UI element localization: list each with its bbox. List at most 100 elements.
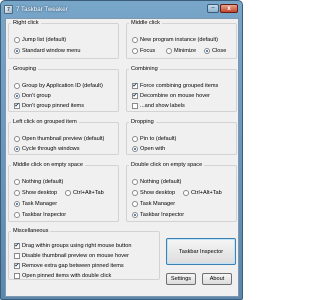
radio-indicator[interactable]	[132, 37, 138, 43]
radio-indicator[interactable]	[14, 212, 20, 218]
radio-indicator[interactable]	[14, 93, 20, 99]
radio-label: Minimize	[174, 48, 197, 54]
radio-indicator[interactable]	[14, 179, 20, 185]
radio-indicator[interactable]	[14, 83, 20, 89]
checkbox-label: Open pinned items with double click	[22, 273, 112, 279]
radio-label: Focus	[140, 48, 156, 54]
radio-indicator[interactable]	[166, 48, 172, 54]
radio-indicator[interactable]	[183, 190, 189, 196]
radio-indicator[interactable]	[132, 201, 138, 207]
radio-label: Jump list (default)	[22, 37, 67, 43]
dropping-legend: Dropping	[131, 119, 154, 125]
radio-indicator[interactable]	[14, 37, 20, 43]
radio-indicator[interactable]	[14, 201, 20, 207]
radio-label: Close	[212, 48, 227, 54]
taskbar-inspector-button[interactable]: Taskbar Inspector	[166, 238, 236, 265]
radio-label: Show desktop	[22, 190, 58, 196]
app-window: 7 7 Taskbar Tweaker – x Right click Jump…	[0, 0, 243, 300]
checkbox-dont-group-pinned[interactable]: ✔ Don't group pinned items	[14, 102, 84, 110]
radio-label: Standard window menu	[22, 48, 81, 54]
checkbox-label: Don't group pinned items	[22, 103, 85, 109]
minimize-button[interactable]: –	[207, 4, 219, 13]
radio-standard-window-menu[interactable]: Standard window menu	[14, 47, 80, 55]
checkbox-indicator[interactable]: ✔	[14, 243, 20, 249]
radio-indicator[interactable]	[132, 136, 138, 142]
close-button[interactable]: x	[220, 4, 238, 13]
radio-pin-to[interactable]: Pin to (default)	[132, 135, 176, 143]
radio-dce-taskbar-inspector[interactable]: Taskbar Inspector	[132, 211, 184, 219]
radio-new-program-instance[interactable]: New program instance (default)	[132, 36, 218, 44]
radio-label: Nothing (default)	[140, 179, 182, 185]
checkbox-label: ...and show labels	[140, 103, 185, 109]
checkbox-decombine-hover[interactable]: ✔ Decombine on mouse hover	[132, 92, 210, 100]
radio-indicator[interactable]	[14, 190, 20, 196]
radio-dont-group[interactable]: Don't group	[14, 92, 51, 100]
miscellaneous-legend: Miscellaneous	[13, 228, 49, 234]
radio-indicator[interactable]	[132, 190, 138, 196]
left-click-grouped-legend: Left click on grouped item	[13, 119, 77, 125]
radio-indicator[interactable]	[14, 136, 20, 142]
radio-label: Nothing (default)	[22, 179, 64, 185]
radio-label: Don't group	[22, 93, 51, 99]
combining-group: Combining ✔ Force combining grouped item…	[126, 66, 237, 112]
radio-indicator[interactable]	[132, 48, 138, 54]
checkbox-drag-right-mouse[interactable]: ✔ Drag within groups using right mouse b…	[14, 242, 131, 250]
checkbox-indicator[interactable]	[132, 103, 138, 109]
app-icon: 7	[4, 5, 13, 14]
radio-indicator[interactable]	[204, 48, 210, 54]
radio-mce-taskbar-inspector[interactable]: Taskbar Inspector	[14, 211, 66, 219]
checkbox-label: Decombine on mouse hover	[140, 93, 210, 99]
radio-indicator[interactable]	[132, 146, 138, 152]
checkbox-indicator[interactable]	[14, 273, 20, 279]
radio-jump-list[interactable]: Jump list (default)	[14, 36, 66, 44]
right-click-group: Right click Jump list (default) Standard…	[8, 20, 119, 59]
dropping-group: Dropping Pin to (default) Open with	[126, 119, 237, 155]
checkbox-label: Drag within groups using right mouse but…	[22, 243, 132, 249]
radio-indicator[interactable]	[65, 190, 71, 196]
radio-label: Open with	[140, 146, 166, 152]
settings-button[interactable]: Settings	[166, 273, 196, 285]
radio-dce-task-manager[interactable]: Task Manager	[132, 200, 175, 208]
radio-indicator[interactable]	[14, 48, 20, 54]
radio-mce-nothing[interactable]: Nothing (default)	[14, 178, 63, 186]
checkbox-force-combining[interactable]: ✔ Force combining grouped items	[132, 82, 218, 90]
radio-mce-ctrl-alt-tab[interactable]: Ctrl+Alt+Tab	[65, 189, 104, 197]
radio-indicator[interactable]	[132, 212, 138, 218]
right-click-legend: Right click	[13, 20, 39, 26]
radio-indicator[interactable]	[132, 179, 138, 185]
checkbox-indicator[interactable]: ✔	[14, 263, 20, 269]
checkbox-indicator[interactable]: ✔	[132, 83, 138, 89]
radio-minimize[interactable]: Minimize	[166, 47, 196, 55]
radio-dce-show-desktop[interactable]: Show desktop	[132, 189, 175, 197]
radio-group-by-app-id[interactable]: Group by Application ID (default)	[14, 82, 103, 90]
about-button[interactable]: About	[202, 273, 232, 285]
checkbox-disable-thumbnail[interactable]: Disable thumbnail preview on mouse hover	[14, 252, 129, 260]
radio-cycle-through-windows[interactable]: Cycle through windows	[14, 145, 80, 153]
radio-indicator[interactable]	[14, 146, 20, 152]
checkbox-show-labels[interactable]: ...and show labels	[132, 102, 185, 110]
checkbox-label: Force combining grouped items	[140, 83, 219, 89]
radio-mce-task-manager[interactable]: Task Manager	[14, 200, 57, 208]
radio-dce-nothing[interactable]: Nothing (default)	[132, 178, 181, 186]
radio-label: Group by Application ID (default)	[22, 83, 103, 89]
grouping-group: Grouping Group by Application ID (defaul…	[8, 66, 119, 112]
double-click-empty-group: Double click on empty space Nothing (def…	[126, 162, 237, 222]
radio-close[interactable]: Close	[204, 47, 226, 55]
grouping-legend: Grouping	[13, 66, 37, 72]
radio-focus[interactable]: Focus	[132, 47, 155, 55]
checkbox-indicator[interactable]: ✔	[132, 93, 138, 99]
radio-label: Ctrl+Alt+Tab	[73, 190, 104, 196]
dialog-body: Right click Jump list (default) Standard…	[5, 18, 239, 297]
radio-label: Taskbar Inspector	[140, 212, 185, 218]
radio-label: Open thumbnail preview (default)	[22, 136, 105, 142]
checkbox-remove-extra-gap[interactable]: ✔ Remove extra gap between pinned items	[14, 262, 124, 270]
title-bar[interactable]: 7 7 Taskbar Tweaker – x	[4, 3, 238, 16]
checkbox-indicator[interactable]: ✔	[14, 103, 20, 109]
checkbox-open-pinned-double-click[interactable]: Open pinned items with double click	[14, 272, 111, 280]
radio-open-thumbnail-preview[interactable]: Open thumbnail preview (default)	[14, 135, 104, 143]
radio-open-with[interactable]: Open with	[132, 145, 165, 153]
radio-mce-show-desktop[interactable]: Show desktop	[14, 189, 57, 197]
checkbox-indicator[interactable]	[14, 253, 20, 259]
radio-dce-ctrl-alt-tab[interactable]: Ctrl+Alt+Tab	[183, 189, 222, 197]
radio-label: Task Manager	[22, 201, 58, 207]
